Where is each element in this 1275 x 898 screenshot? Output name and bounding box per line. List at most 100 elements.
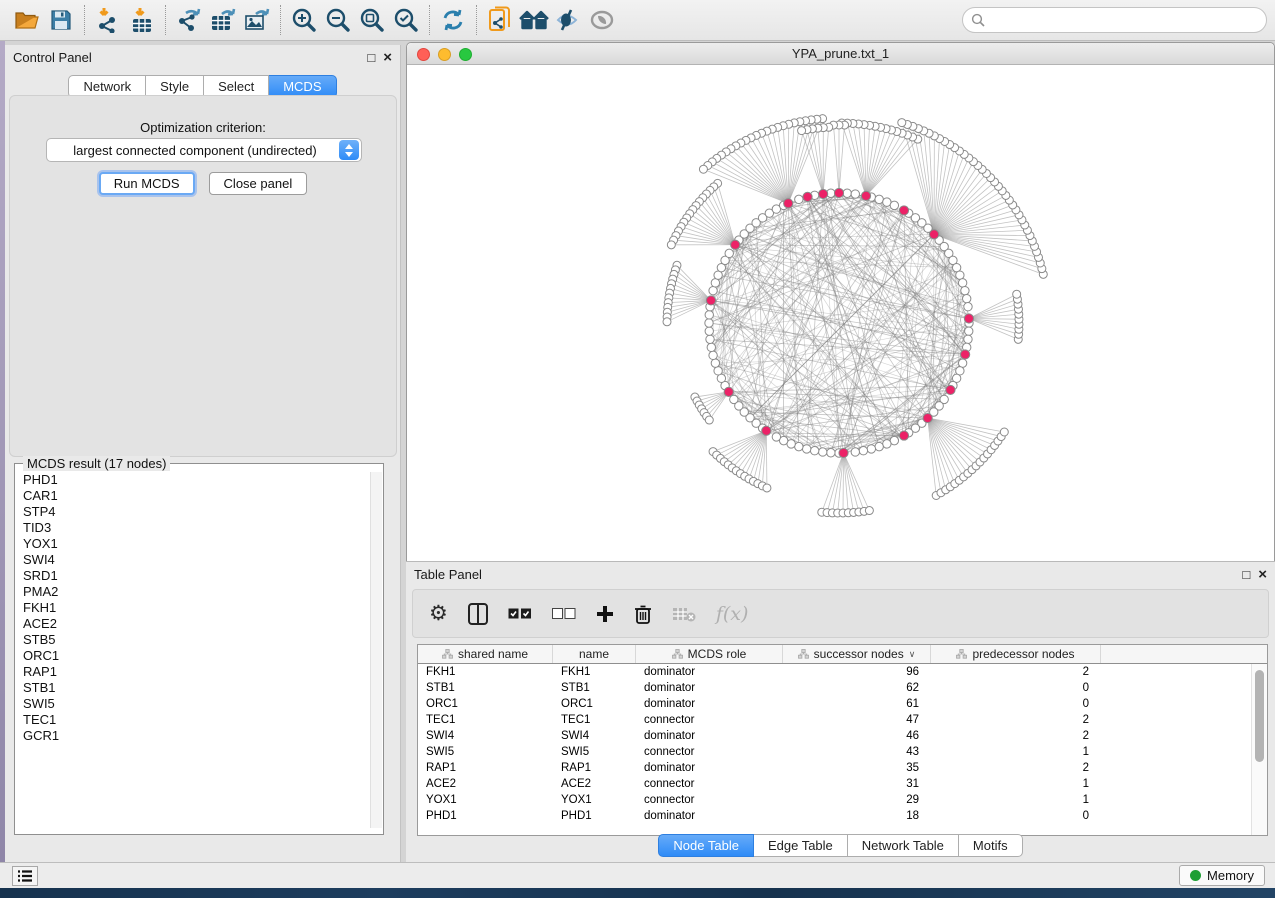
table-cell[interactable]: dominator [636, 698, 783, 710]
graph-node[interactable] [1013, 290, 1021, 298]
graph-hub-node[interactable] [784, 199, 793, 208]
graph-hub-node[interactable] [819, 189, 828, 198]
graph-node[interactable] [965, 327, 973, 335]
graph-node[interactable] [958, 279, 966, 287]
table-cell[interactable]: ACE2 [418, 778, 553, 790]
table-cell[interactable]: 1 [931, 778, 1101, 790]
table-cell[interactable]: TEC1 [553, 714, 636, 726]
table-cell[interactable]: 62 [783, 682, 931, 694]
graph-hub-node[interactable] [861, 191, 870, 200]
column-header-shared-name[interactable]: shared name [418, 645, 553, 663]
graph-hub-node[interactable] [731, 240, 740, 249]
minimize-window-icon[interactable] [438, 48, 451, 61]
graph-node[interactable] [706, 335, 714, 343]
table-row[interactable]: YOX1YOX1connector291 [418, 792, 1252, 808]
mcds-result-item[interactable]: SWI5 [16, 696, 368, 712]
mcds-result-item[interactable]: TID3 [16, 520, 368, 536]
table-cell[interactable]: connector [636, 714, 783, 726]
add-column-icon[interactable] [596, 599, 614, 629]
graph-node[interactable] [859, 446, 867, 454]
table-cell[interactable]: 0 [931, 698, 1101, 710]
graph-hub-node[interactable] [899, 206, 908, 215]
graph-hub-node[interactable] [964, 314, 973, 323]
graph-node[interactable] [705, 311, 713, 319]
table-cell[interactable]: 35 [783, 762, 931, 774]
graph-node[interactable] [802, 445, 810, 453]
float-table-panel-icon[interactable]: □ [1242, 568, 1250, 581]
table-cell[interactable]: RAP1 [418, 762, 553, 774]
table-cell[interactable]: YOX1 [418, 794, 553, 806]
graph-node[interactable] [711, 279, 719, 287]
zoom-fit-icon[interactable] [355, 5, 389, 35]
table-cell[interactable]: YOX1 [553, 794, 636, 806]
graph-node[interactable] [890, 201, 898, 209]
refresh-icon[interactable] [436, 5, 470, 35]
table-row[interactable]: ACE2ACE2connector311 [418, 776, 1252, 792]
table-cell[interactable]: 43 [783, 746, 931, 758]
mcds-result-item[interactable]: SWI4 [16, 552, 368, 568]
function-builder-icon[interactable]: f(x) [716, 599, 749, 629]
close-panel-button[interactable]: Close panel [209, 172, 308, 195]
column-header-mcds-role[interactable]: MCDS role [636, 645, 783, 663]
run-mcds-button[interactable]: Run MCDS [99, 172, 195, 195]
export-network-icon[interactable] [172, 5, 206, 35]
graph-node[interactable] [772, 433, 780, 441]
graph-node[interactable] [867, 445, 875, 453]
graph-node[interactable] [883, 440, 891, 448]
graph-node[interactable] [798, 127, 806, 135]
graph-node[interactable] [705, 416, 713, 424]
mcds-result-item[interactable]: YOX1 [16, 536, 368, 552]
graph-node[interactable] [705, 319, 713, 327]
graph-node[interactable] [714, 367, 722, 375]
table-cell[interactable]: 2 [931, 730, 1101, 742]
graph-node[interactable] [843, 189, 851, 197]
table-cell[interactable]: dominator [636, 810, 783, 822]
table-row[interactable]: SWI5SWI5connector431 [418, 744, 1252, 760]
save-session-icon[interactable] [44, 5, 78, 35]
zoom-out-icon[interactable] [321, 5, 355, 35]
table-cell[interactable]: 2 [931, 666, 1101, 678]
table-cell[interactable]: PHD1 [553, 810, 636, 822]
table-scrollbar-thumb[interactable] [1255, 670, 1264, 762]
column-header-name[interactable]: name [553, 645, 636, 663]
table-cell[interactable]: SWI5 [553, 746, 636, 758]
close-window-icon[interactable] [417, 48, 430, 61]
mcds-result-item[interactable]: CAR1 [16, 488, 368, 504]
table-settings-gear-icon[interactable]: ⚙ [429, 599, 448, 629]
table-cell[interactable]: dominator [636, 682, 783, 694]
export-image-icon[interactable] [240, 5, 274, 35]
delete-column-trash-icon[interactable] [634, 599, 652, 629]
mcds-result-item[interactable]: STB5 [16, 632, 368, 648]
table-cell[interactable]: STB1 [418, 682, 553, 694]
tab-motifs[interactable]: Motifs [959, 834, 1023, 857]
graph-node[interactable] [763, 484, 771, 492]
clone-network-icon[interactable] [483, 5, 517, 35]
open-file-icon[interactable] [10, 5, 44, 35]
close-panel-icon[interactable]: × [383, 50, 392, 65]
zoom-selected-icon[interactable] [389, 5, 423, 35]
graph-node[interactable] [964, 335, 972, 343]
mcds-result-item[interactable]: SRD1 [16, 568, 368, 584]
maximize-window-icon[interactable] [459, 48, 472, 61]
graph-node[interactable] [705, 327, 713, 335]
table-cell[interactable]: 61 [783, 698, 931, 710]
import-network-icon[interactable] [91, 5, 125, 35]
mcds-list-scrollbar[interactable] [370, 472, 382, 828]
graph-node[interactable] [956, 271, 964, 279]
home-icon[interactable] [517, 5, 551, 35]
graph-node[interactable] [875, 195, 883, 203]
mcds-result-item[interactable]: RAP1 [16, 664, 368, 680]
float-panel-icon[interactable]: □ [367, 51, 375, 64]
graph-node[interactable] [711, 359, 719, 367]
tab-edge-table[interactable]: Edge Table [754, 834, 848, 857]
graph-node[interactable] [709, 351, 717, 359]
search-field[interactable] [962, 7, 1267, 33]
table-cell[interactable]: dominator [636, 762, 783, 774]
graph-hub-node[interactable] [803, 192, 812, 201]
deselect-all-columns-icon[interactable] [552, 599, 576, 629]
table-cell[interactable]: dominator [636, 730, 783, 742]
table-cell[interactable]: SWI4 [418, 730, 553, 742]
zoom-in-icon[interactable] [287, 5, 321, 35]
mcds-result-item[interactable]: GCR1 [16, 728, 368, 744]
graph-node[interactable] [667, 241, 675, 249]
